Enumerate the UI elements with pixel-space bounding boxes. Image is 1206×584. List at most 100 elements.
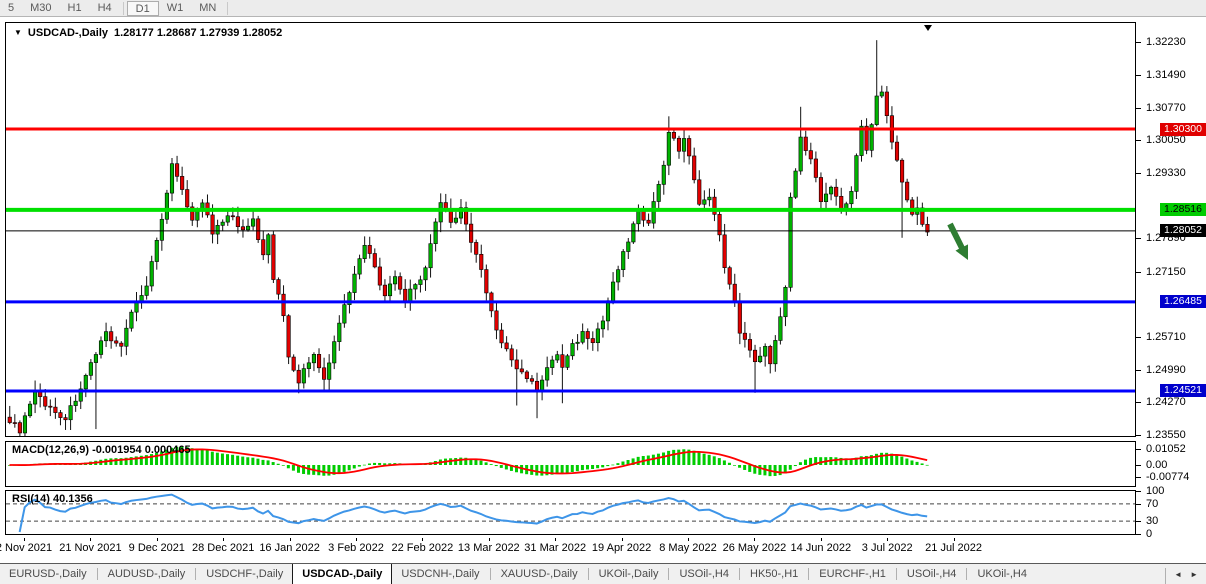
timeframe-toolbar: 5M30H1H4 D1W1MN <box>0 0 1206 17</box>
date-tick <box>290 538 291 541</box>
date-label: 28 Dec 2021 <box>192 542 254 554</box>
price-tick <box>1136 402 1141 403</box>
macd-tick <box>1136 449 1141 450</box>
price-tick-label: 1.29330 <box>1146 167 1186 179</box>
chart-symbol-label: USDCAD-,Daily <box>28 27 108 39</box>
symbol-tab-usoil-h4[interactable]: USOil-,H4 <box>670 565 738 584</box>
date-tick <box>887 538 888 541</box>
price-level-badge: 1.28052 <box>1160 224 1206 237</box>
macd-label: MACD(12,26,9) -0.001954 0.000465 <box>12 444 191 456</box>
date-label: 14 Jun 2022 <box>791 542 852 554</box>
date-label: 3 Feb 2022 <box>328 542 384 554</box>
date-label: 9 Dec 2021 <box>129 542 185 554</box>
top-marker-icon <box>924 25 932 31</box>
date-tick <box>422 538 423 541</box>
date-label: 13 Mar 2022 <box>458 542 520 554</box>
price-level-badge: 1.28516 <box>1160 203 1206 216</box>
date-tick <box>356 538 357 541</box>
macd-indicator-panel[interactable]: MACD(12,26,9) -0.001954 0.000465 <box>5 441 1136 487</box>
price-tick-label: 1.24990 <box>1146 364 1186 376</box>
symbol-tab-usoil-h4[interactable]: USOil-,H4 <box>898 565 966 584</box>
tab-scroll-left-icon[interactable]: ◄ <box>1174 570 1182 579</box>
macd-tick <box>1136 477 1141 478</box>
price-level-badge: 1.26485 <box>1160 295 1206 308</box>
tab-separator <box>739 568 740 580</box>
symbol-tab-usdcnh-daily[interactable]: USDCNH-,Daily <box>392 565 488 584</box>
symbol-dropdown-icon[interactable]: ▼ <box>14 28 22 37</box>
symbol-tab-eurusd-daily[interactable]: EURUSD-,Daily <box>0 565 96 584</box>
timeframe-button-m30[interactable]: M30 <box>22 1 59 16</box>
date-label: 16 Jan 2022 <box>259 542 320 554</box>
symbol-tab-bar: EURUSD-,DailyAUDUSD-,DailyUSDCHF-,DailyU… <box>0 563 1206 584</box>
tab-scroll-right-icon[interactable]: ► <box>1190 570 1198 579</box>
rsi-tick-label: 70 <box>1146 498 1158 510</box>
price-tick <box>1136 370 1141 371</box>
price-tick <box>1136 75 1141 76</box>
timeframe-button-h1[interactable]: H1 <box>60 1 90 16</box>
tab-separator <box>668 568 669 580</box>
candlestick-chart-canvas[interactable] <box>6 23 1135 436</box>
macd-tick <box>1136 465 1141 466</box>
tab-separator <box>490 568 491 580</box>
symbol-tab-usdchf-daily[interactable]: USDCHF-,Daily <box>197 565 292 584</box>
timeframe-button-5[interactable]: 5 <box>0 1 22 16</box>
price-level-badge: 1.30300 <box>1160 123 1206 136</box>
timeframe-button-mn[interactable]: MN <box>191 1 224 16</box>
rsi-tick <box>1136 534 1141 535</box>
macd-tick-label: 0.01052 <box>1146 443 1186 455</box>
rsi-tick-label: 30 <box>1146 515 1158 527</box>
toolbar-separator <box>227 2 228 15</box>
price-tick-label: 1.25710 <box>1146 331 1186 343</box>
symbol-tab-ukoil-h4[interactable]: UKOil-,H4 <box>968 565 1036 584</box>
date-tick <box>157 538 158 541</box>
symbol-tab-audusd-daily[interactable]: AUDUSD-,Daily <box>99 565 195 584</box>
price-tick <box>1136 173 1141 174</box>
price-tick-label: 1.31490 <box>1146 69 1186 81</box>
rsi-tick-label: 0 <box>1146 528 1152 540</box>
price-tick <box>1136 42 1141 43</box>
date-label: 21 Jul 2022 <box>925 542 982 554</box>
timeframe-button-w1[interactable]: W1 <box>159 1 192 16</box>
date-tick <box>821 538 822 541</box>
sell-arrow-annotation[interactable] <box>947 223 968 260</box>
toolbar-separator <box>123 2 124 15</box>
date-label: 21 Nov 2021 <box>59 542 121 554</box>
chart-ohlc-values: 1.28177 1.28687 1.27939 1.28052 <box>114 27 282 39</box>
date-label: 3 Jul 2022 <box>862 542 913 554</box>
symbol-tab-ukoil-daily[interactable]: UKOil-,Daily <box>590 565 668 584</box>
date-axis[interactable]: 2 Nov 202121 Nov 20219 Dec 202128 Dec 20… <box>5 538 1136 556</box>
timeframe-button-d1[interactable]: D1 <box>127 1 159 16</box>
date-tick <box>24 538 25 541</box>
price-tick <box>1136 238 1141 239</box>
price-chart-panel[interactable]: ▼ USDCAD-,Daily 1.28177 1.28687 1.27939 … <box>5 22 1136 437</box>
symbol-tab-usdcad-daily[interactable]: USDCAD-,Daily <box>292 563 392 584</box>
macd-tick-label: 0.00 <box>1146 459 1167 471</box>
chart-title: ▼ USDCAD-,Daily 1.28177 1.28687 1.27939 … <box>14 27 282 39</box>
date-label: 8 May 2022 <box>659 542 716 554</box>
rsi-indicator-panel[interactable]: RSI(14) 40.1356 <box>5 490 1136 535</box>
rsi-label: RSI(14) 40.1356 <box>12 493 93 505</box>
price-tick-label: 1.30050 <box>1146 134 1186 146</box>
macd-tick-label: -0.00774 <box>1146 471 1189 483</box>
symbol-tab-eurchf-h1[interactable]: EURCHF-,H1 <box>810 565 895 584</box>
date-label: 19 Apr 2022 <box>592 542 651 554</box>
price-tick-label: 1.23550 <box>1146 429 1186 441</box>
rsi-tick <box>1136 521 1141 522</box>
timeframe-button-h4[interactable]: H4 <box>90 1 120 16</box>
date-label: 2 Nov 2021 <box>0 542 52 554</box>
price-tick-label: 1.24270 <box>1146 396 1186 408</box>
tab-separator <box>966 568 967 580</box>
tab-separator <box>97 568 98 580</box>
price-tick <box>1136 108 1141 109</box>
symbol-tab-xauusd-daily[interactable]: XAUUSD-,Daily <box>492 565 587 584</box>
symbol-tab-hk50-h1[interactable]: HK50-,H1 <box>741 565 807 584</box>
price-tick-label: 1.32230 <box>1146 36 1186 48</box>
price-axis[interactable]: 1.322301.314901.307701.300501.293301.278… <box>1136 22 1206 547</box>
trading-terminal-window: 5M30H1H4 D1W1MN ▼ USDCAD-,Daily 1.28177 1… <box>0 0 1206 584</box>
tab-separator <box>896 568 897 580</box>
rsi-tick <box>1136 504 1141 505</box>
date-label: 31 Mar 2022 <box>524 542 586 554</box>
date-tick <box>754 538 755 541</box>
date-tick <box>223 538 224 541</box>
price-tick <box>1136 337 1141 338</box>
